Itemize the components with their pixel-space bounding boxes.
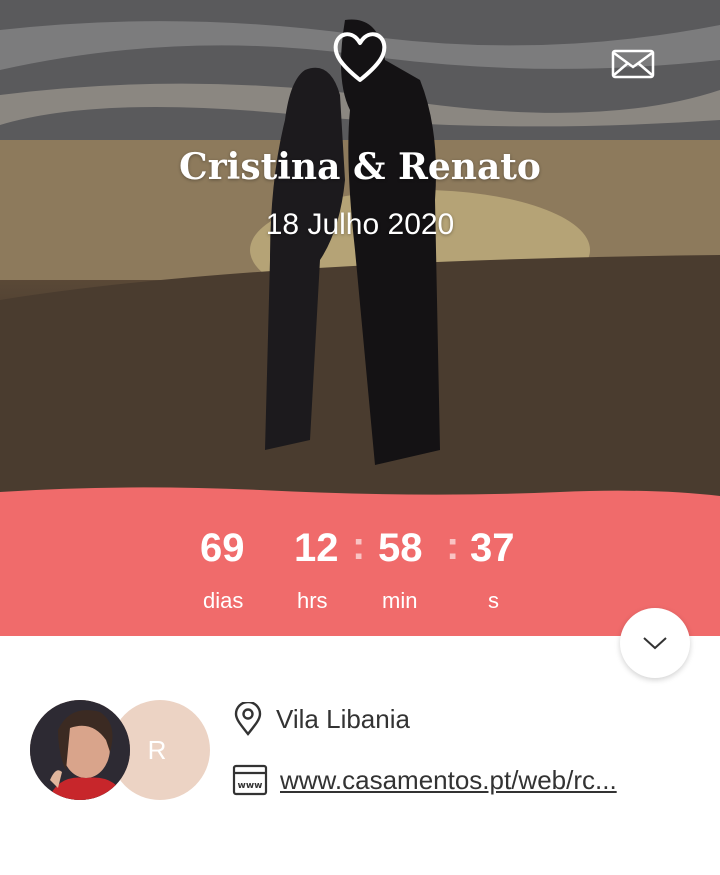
- svg-text:www: www: [238, 781, 263, 791]
- heart-icon: [333, 32, 387, 82]
- countdown-separator: :: [446, 524, 460, 568]
- countdown-days: 69: [200, 526, 245, 570]
- countdown-seconds: 37: [470, 526, 515, 570]
- location-row: Vila Libania: [232, 702, 410, 736]
- envelope-icon[interactable]: [611, 48, 655, 80]
- expand-button[interactable]: [620, 608, 690, 678]
- countdown-hours: 12: [294, 526, 339, 570]
- countdown-minutes-label: min: [382, 588, 418, 613]
- countdown-hours-label: hrs: [297, 588, 328, 613]
- chevron-down-icon: [643, 637, 667, 650]
- location-text: Vila Libania: [276, 703, 410, 734]
- avatar: [30, 700, 130, 800]
- map-pin-icon: [234, 702, 262, 736]
- wedding-date: 18 Julho 2020: [265, 208, 455, 241]
- website-row: www www.casamentos.pt/web/rc...: [232, 764, 617, 796]
- countdown-separator: :: [352, 524, 366, 568]
- website-link[interactable]: www.casamentos.pt/web/rc...: [280, 765, 617, 796]
- countdown-values: 69 12 : 58 : 37: [0, 524, 720, 578]
- www-icon: www: [232, 764, 268, 796]
- countdown-seconds-label: s: [488, 588, 499, 613]
- avatar-photo: [30, 700, 130, 800]
- countdown-days-label: dias: [203, 588, 244, 613]
- couple-names: Cristina & Renato: [179, 146, 541, 188]
- countdown-minutes: 58: [378, 526, 423, 570]
- avatar-initial: R: [147, 734, 167, 765]
